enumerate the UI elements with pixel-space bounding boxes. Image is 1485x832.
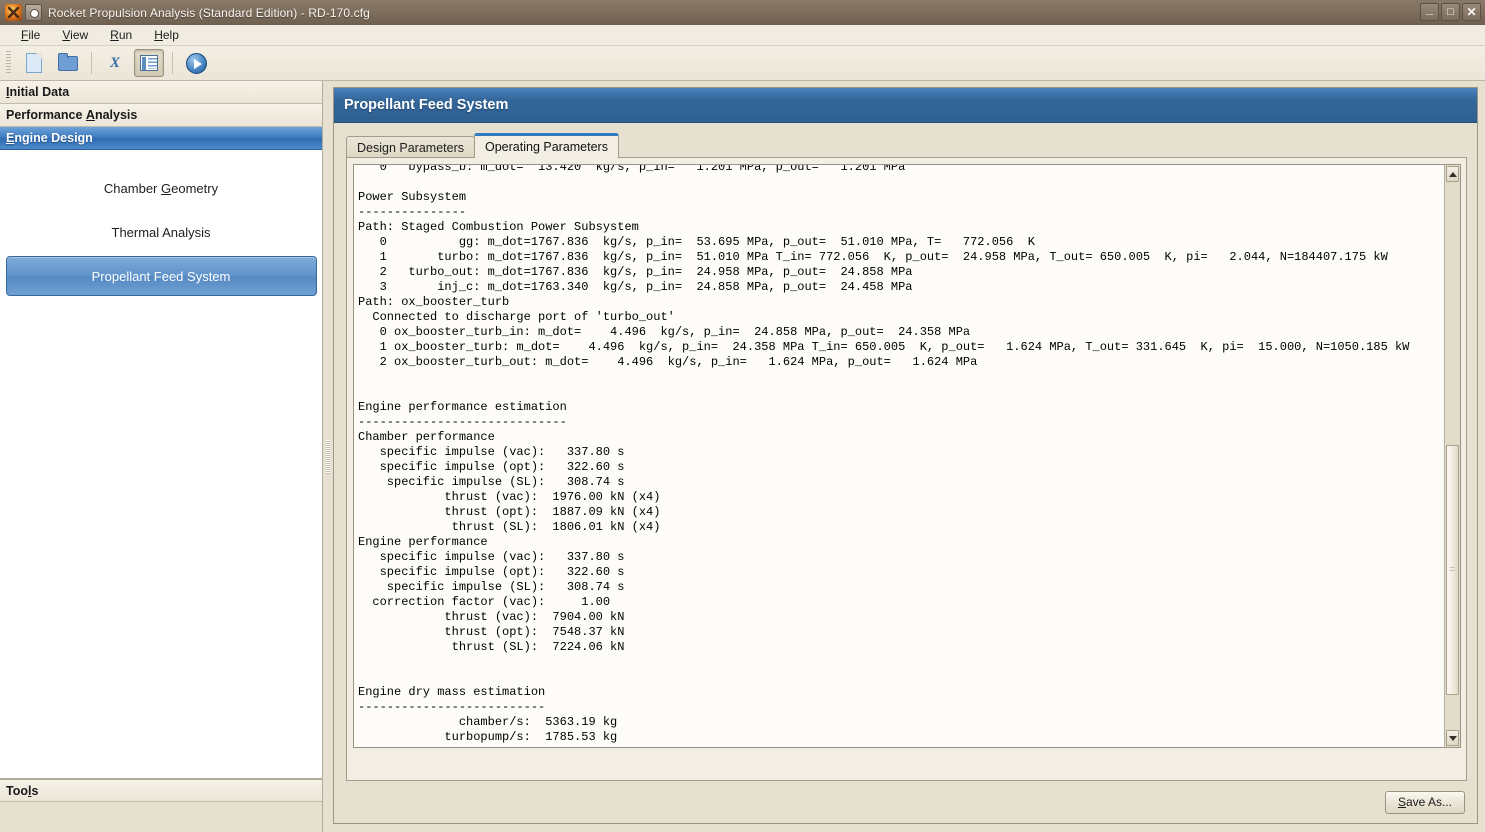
toolbar-separator-1	[91, 52, 92, 74]
application-window: Rocket Propulsion Analysis (Standard Edi…	[0, 0, 1485, 832]
run-icon	[185, 52, 207, 74]
sidebar: Initial Data Performance Analysis Engine…	[0, 81, 323, 832]
scroll-down-button[interactable]	[1446, 730, 1459, 746]
menu-bar: File View Run Help	[0, 25, 1485, 46]
menu-help-label: elp	[162, 28, 179, 42]
close-icon: ✕	[1466, 5, 1477, 19]
sidebar-item-thermal-analysis[interactable]: Thermal Analysis	[6, 212, 317, 252]
export-x-icon: X	[109, 54, 120, 71]
menu-run[interactable]: Run	[99, 26, 143, 44]
tab-panel-operating-parameters: 0 bypass_b: m_dot= 13.420 kg/s, p_in= 1.…	[346, 157, 1467, 781]
maximize-icon: □	[1447, 6, 1454, 18]
new-file-icon	[26, 53, 42, 73]
sidebar-section-initial-data[interactable]: Initial Data	[0, 81, 322, 104]
new-file-button[interactable]	[19, 49, 49, 77]
window-menu-icon[interactable]	[25, 4, 42, 21]
rocket-app-icon	[5, 4, 22, 21]
title-bar: Rocket Propulsion Analysis (Standard Edi…	[0, 0, 1485, 25]
splitter-grip	[326, 439, 330, 474]
toolbar: X	[0, 46, 1485, 81]
chevron-up-icon	[1448, 171, 1457, 177]
open-folder-icon	[58, 52, 78, 71]
report-text-container: 0 bypass_b: m_dot= 13.420 kg/s, p_in= 1.…	[353, 164, 1461, 748]
sidebar-section-performance-analysis-label: Performance	[6, 108, 86, 122]
sidebar-section-engine-design-label: ngine Design	[14, 131, 93, 145]
maximize-button[interactable]: □	[1441, 3, 1460, 21]
save-as-button[interactable]: Save As...	[1384, 790, 1465, 814]
report-vertical-scrollbar[interactable]	[1444, 165, 1460, 747]
menu-file[interactable]: File	[10, 26, 51, 44]
open-file-button[interactable]	[53, 49, 83, 77]
menu-view-label: iew	[70, 28, 89, 42]
close-button[interactable]: ✕	[1462, 3, 1481, 21]
tab-strip: Design Parameters Operating Parameters	[334, 133, 1477, 158]
content-panel: Propellant Feed System Design Parameters…	[333, 87, 1478, 824]
window-controls: _ □ ✕	[1420, 1, 1481, 21]
sidebar-section-tools[interactable]: Too l s	[0, 779, 322, 802]
sidebar-nav-list: Chamber Geometry Thermal Analysis Propel…	[0, 150, 322, 779]
menu-view[interactable]: View	[51, 26, 99, 44]
page-title: Propellant Feed System	[334, 88, 1477, 123]
sidebar-splitter[interactable]	[323, 81, 333, 832]
export-button[interactable]: X	[100, 49, 130, 77]
sidebar-item-propellant-feed-system[interactable]: Propellant Feed System	[5, 256, 317, 296]
toolbar-drag-handle[interactable]	[6, 51, 11, 75]
sidebar-footer-spacer	[0, 802, 322, 832]
sidebar-section-tools-label: s	[31, 783, 39, 798]
menu-file-label: ile	[28, 28, 41, 42]
sidebar-item-chamber-geometry[interactable]: Chamber Geometry	[6, 168, 317, 208]
run-button[interactable]	[181, 49, 211, 77]
report-text-area[interactable]: 0 bypass_b: m_dot= 13.420 kg/s, p_in= 1.…	[354, 165, 1444, 747]
menu-run-label: un	[118, 28, 133, 42]
menu-help[interactable]: Help	[143, 26, 190, 44]
tab-design-parameters-label: Design Parameters	[357, 140, 464, 155]
scroll-up-button[interactable]	[1446, 166, 1459, 182]
sidebar-section-initial-data-label: nitial Data	[9, 85, 70, 99]
tab-operating-parameters[interactable]: Operating Parameters	[474, 133, 619, 158]
sidebar-item-propellant-feed-system-label: Propellant Feed System	[91, 268, 231, 284]
chevron-down-icon	[1448, 735, 1457, 741]
save-as-button-label: ave As...	[1405, 795, 1452, 809]
report-text: 0 bypass_b: m_dot= 13.420 kg/s, p_in= 1.…	[358, 165, 1410, 744]
scrollbar-thumb[interactable]	[1446, 445, 1459, 695]
report-button[interactable]	[134, 49, 164, 77]
minimize-icon: _	[1425, 1, 1434, 16]
tab-operating-parameters-label: Operating Parameters	[485, 140, 608, 154]
window-title: Rocket Propulsion Analysis (Standard Edi…	[48, 5, 370, 20]
main-body: Initial Data Performance Analysis Engine…	[0, 81, 1485, 832]
sidebar-section-engine-design[interactable]: Engine Design	[0, 127, 322, 150]
scrollbar-track[interactable]	[1445, 183, 1460, 729]
sidebar-item-chamber-geometry-label: eometry	[171, 180, 219, 196]
minimize-button[interactable]: _	[1420, 1, 1439, 21]
panel-button-bar: Save As...	[334, 781, 1477, 823]
sidebar-item-thermal-analysis-label: Thermal Analysis	[111, 224, 211, 240]
sidebar-section-performance-analysis[interactable]: Performance Analysis	[0, 104, 322, 127]
tab-design-parameters[interactable]: Design Parameters	[346, 136, 475, 158]
toolbar-separator-2	[172, 52, 173, 74]
report-icon	[140, 55, 158, 71]
